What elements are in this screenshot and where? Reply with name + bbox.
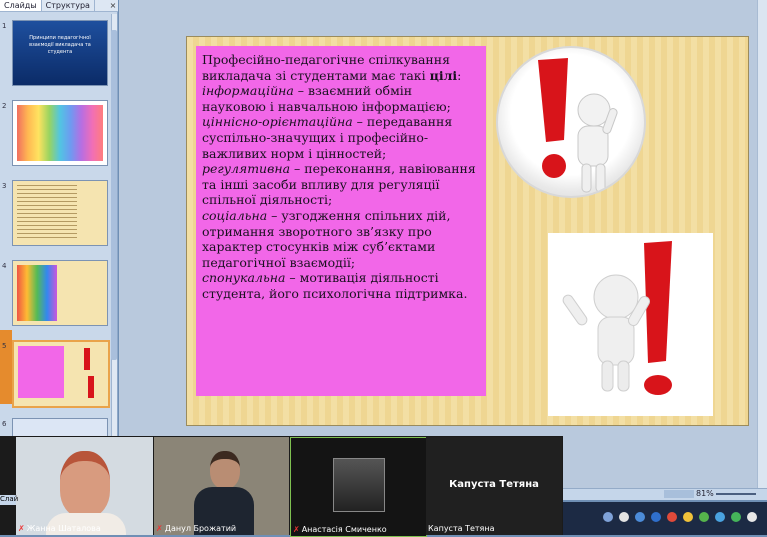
- mic-muted-icon: ✗: [18, 524, 25, 533]
- participant-name: ✗ Анастасія Смиченко: [293, 525, 387, 534]
- slide-number: 1: [2, 22, 7, 30]
- participant-face: [210, 451, 240, 489]
- tray-icon[interactable]: [731, 512, 741, 522]
- tray-icon[interactable]: [699, 512, 709, 522]
- person-exclamation-image-2: [548, 233, 713, 416]
- slide-thumbnail-4[interactable]: [12, 260, 108, 326]
- intro-paragraph: Професійно-педагогічне спілкування викла…: [202, 52, 462, 83]
- exclamation-icon: [84, 348, 90, 370]
- exclamation-icon: [538, 58, 618, 193]
- text-box-preview: [18, 346, 64, 398]
- text-block-image: [17, 185, 77, 241]
- people-image: [17, 265, 57, 321]
- tray-icon[interactable]: [603, 512, 613, 522]
- goal-item: регулятивна – переконання, навіювання та…: [202, 161, 476, 208]
- person-exclamation-image: [496, 46, 646, 198]
- people-image: [17, 105, 103, 161]
- tray-icon[interactable]: [683, 512, 693, 522]
- video-tile[interactable]: ✗ Жанна Шаталова: [16, 437, 153, 535]
- slide-number: 4: [2, 262, 7, 270]
- slide-number: 6: [2, 420, 7, 428]
- participant-name: ✗ Данул Брожатий: [156, 524, 237, 533]
- status-corner: Слай: [0, 495, 19, 505]
- mic-muted-icon: ✗: [293, 525, 300, 534]
- tab-outline[interactable]: Структура: [42, 0, 95, 11]
- tray-icon[interactable]: [667, 512, 677, 522]
- goal-item: соціальна – узгодження спільних дій, отр…: [202, 207, 451, 270]
- video-tile[interactable]: Капуста Тетяна Капуста Тетяна: [426, 437, 562, 535]
- video-tile[interactable]: ✗ Данул Брожатий: [154, 437, 289, 535]
- canvas-scrollbar[interactable]: [757, 0, 767, 495]
- close-icon[interactable]: ×: [108, 0, 118, 12]
- tray-icon[interactable]: [635, 512, 645, 522]
- goal-item: ціннісно-орієнтаційна – передавання сусп…: [202, 114, 453, 161]
- exclamation-icon: [562, 241, 672, 395]
- participant-face: [60, 451, 110, 517]
- slide-thumbnail-3[interactable]: [12, 180, 108, 246]
- zoom-slider[interactable]: [716, 493, 756, 495]
- slide-thumbnail-1[interactable]: Принципи педагогічної взаємодії викладач…: [12, 20, 108, 86]
- tray-icon[interactable]: [619, 512, 629, 522]
- slide-number: 3: [2, 182, 7, 190]
- panel-tabs: Слайды Структура: [0, 0, 118, 12]
- tab-slides[interactable]: Слайды: [0, 0, 42, 11]
- zoom-level: 81%: [696, 489, 714, 498]
- slide-thumbnail-5[interactable]: [12, 340, 110, 408]
- slide-thumbnail-title: Принципи педагогічної взаємодії викладач…: [29, 35, 91, 55]
- exclamation-icon: [88, 376, 94, 398]
- participant-name-large: Капуста Тетяна: [449, 479, 539, 490]
- participant-photo: [333, 458, 385, 512]
- participant-name: Капуста Тетяна: [428, 524, 495, 533]
- tray-icon[interactable]: [651, 512, 661, 522]
- mic-muted-icon: ✗: [156, 524, 163, 533]
- tray-icon[interactable]: [715, 512, 725, 522]
- goal-item: інформаційна – взаємний обмін науковою і…: [202, 83, 451, 114]
- tray-icon[interactable]: [747, 512, 757, 522]
- slide-text-box[interactable]: Професійно-педагогічне спілкування викла…: [196, 46, 486, 396]
- panel-scrollbar-thumb[interactable]: [111, 30, 117, 360]
- view-buttons[interactable]: [664, 490, 694, 498]
- slide-number: 2: [2, 102, 7, 110]
- slide-thumbnail-2[interactable]: [12, 100, 108, 166]
- slide-number: 5: [2, 342, 7, 350]
- participant-name: ✗ Жанна Шаталова: [18, 524, 101, 533]
- goal-item: спонукальна – мотивація діяльності студе…: [202, 270, 468, 301]
- video-tile-active[interactable]: ✗ Анастасія Смиченко: [290, 437, 427, 537]
